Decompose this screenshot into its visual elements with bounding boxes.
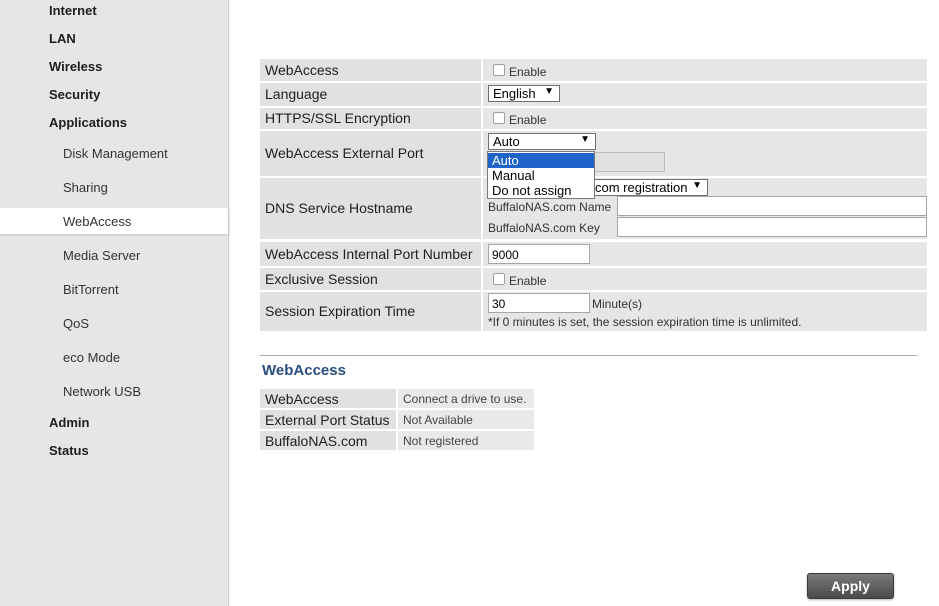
webaccess-row: WebAccess Enable <box>260 59 927 81</box>
minutes-unit-label: Minute(s) <box>592 297 643 311</box>
sidebar-item-security[interactable]: Security <box>49 87 100 102</box>
dropdown-option-do-not-assign[interactable]: Do not assign <box>488 183 594 198</box>
buffalonas-name-label: BuffaloNAS.com Name <box>488 200 612 214</box>
external-port-input[interactable] <box>593 152 665 172</box>
sidebar-item-label: Network USB <box>63 384 142 399</box>
sidebar: Internet LAN Wireless Security Applicati… <box>0 0 229 606</box>
sidebar-item-admin[interactable]: Admin <box>49 415 89 430</box>
sidebar-item-network-usb[interactable]: Network USB <box>0 378 228 404</box>
dns-select-value: com registration <box>595 180 688 195</box>
sidebar-item-label: BitTorrent <box>63 282 119 297</box>
sidebar-item-internet[interactable]: Internet <box>49 3 97 18</box>
section-divider <box>260 355 917 356</box>
chevron-down-icon: ▼ <box>580 134 590 145</box>
sidebar-item-label: WebAccess <box>63 214 132 229</box>
session-expiration-note: *If 0 minutes is set, the session expira… <box>488 315 802 329</box>
webaccess-enable-checkbox[interactable] <box>493 64 505 76</box>
external-port-dropdown-list: Auto Manual Do not assign <box>487 151 595 199</box>
language-select-value: English <box>493 86 536 101</box>
sidebar-item-disk-management[interactable]: Disk Management <box>0 140 228 166</box>
dropdown-option-manual[interactable]: Manual <box>488 168 594 183</box>
internal-port-row: WebAccess Internal Port Number 9000 <box>260 242 927 266</box>
buffalonas-key-label: BuffaloNAS.com Key <box>488 221 600 235</box>
status-key: External Port Status <box>265 412 390 428</box>
option-label: Do not assign <box>492 183 572 198</box>
status-key: BuffaloNAS.com <box>265 433 368 449</box>
status-section-title: WebAccess <box>262 362 346 379</box>
dropdown-option-auto[interactable]: Auto <box>488 153 594 168</box>
sidebar-item-bittorrent[interactable]: BitTorrent <box>0 276 228 302</box>
sidebar-item-label: Media Server <box>63 248 141 263</box>
sidebar-item-webaccess[interactable]: WebAccess <box>0 208 228 234</box>
buffalonas-key-input[interactable] <box>617 217 927 237</box>
apply-button[interactable]: Apply <box>807 573 894 599</box>
sidebar-item-label: Sharing <box>63 180 108 195</box>
sidebar-item-applications[interactable]: Applications <box>49 115 127 130</box>
exclusive-session-enable-label: Enable <box>509 274 547 288</box>
https-enable-label: Enable <box>509 113 547 127</box>
status-key: WebAccess <box>265 391 339 407</box>
language-row: Language English ▼ <box>260 83 927 106</box>
status-value: Not Available <box>403 413 473 427</box>
sidebar-item-wireless[interactable]: Wireless <box>49 59 102 74</box>
webaccess-label: WebAccess <box>265 62 339 78</box>
status-row-buffalonas: BuffaloNAS.com Not registered <box>260 431 534 450</box>
chevron-down-icon: ▼ <box>544 86 554 97</box>
sidebar-item-sharing[interactable]: Sharing <box>0 174 228 200</box>
external-port-select[interactable]: Auto ▼ <box>488 133 596 150</box>
https-label: HTTPS/SSL Encryption <box>265 110 411 126</box>
session-expiration-row: Session Expiration Time 30 Minute(s) *If… <box>260 292 927 331</box>
sidebar-item-label: Disk Management <box>63 146 168 161</box>
status-value: Not registered <box>403 434 479 448</box>
language-label: Language <box>265 86 328 102</box>
language-select[interactable]: English ▼ <box>488 85 560 102</box>
exclusive-session-row: Exclusive Session Enable <box>260 268 927 290</box>
https-enable-checkbox[interactable] <box>493 112 505 124</box>
buffalonas-name-input[interactable] <box>617 196 927 216</box>
sidebar-item-label: eco Mode <box>63 350 121 365</box>
internal-port-input[interactable]: 9000 <box>488 244 590 264</box>
session-expiration-value: 30 <box>492 297 506 311</box>
sidebar-item-status[interactable]: Status <box>49 443 89 458</box>
sidebar-item-eco-mode[interactable]: eco Mode <box>0 344 228 370</box>
internal-port-label: WebAccess Internal Port Number <box>265 246 473 262</box>
status-row-external-port: External Port Status Not Available <box>260 410 534 429</box>
sidebar-item-media-server[interactable]: Media Server <box>0 242 228 268</box>
exclusive-session-label: Exclusive Session <box>265 271 378 287</box>
sidebar-item-qos[interactable]: QoS <box>0 310 228 336</box>
chevron-down-icon: ▼ <box>692 180 702 191</box>
external-port-label: WebAccess External Port <box>265 145 424 161</box>
status-row-webaccess: WebAccess Connect a drive to use. <box>260 389 534 408</box>
exclusive-session-checkbox[interactable] <box>493 273 505 285</box>
webaccess-enable-label: Enable <box>509 65 547 79</box>
https-row: HTTPS/SSL Encryption Enable <box>260 108 927 129</box>
external-port-select-value: Auto <box>493 134 520 149</box>
sidebar-item-lan[interactable]: LAN <box>49 31 76 46</box>
internal-port-value: 9000 <box>492 248 519 262</box>
session-expiration-input[interactable]: 30 <box>488 293 590 313</box>
dns-label: DNS Service Hostname <box>265 200 413 216</box>
option-label: Auto <box>492 153 519 168</box>
sidebar-item-label: QoS <box>63 316 90 331</box>
option-label: Manual <box>492 168 535 183</box>
status-value: Connect a drive to use. <box>403 392 527 406</box>
session-expiration-label: Session Expiration Time <box>265 303 416 319</box>
